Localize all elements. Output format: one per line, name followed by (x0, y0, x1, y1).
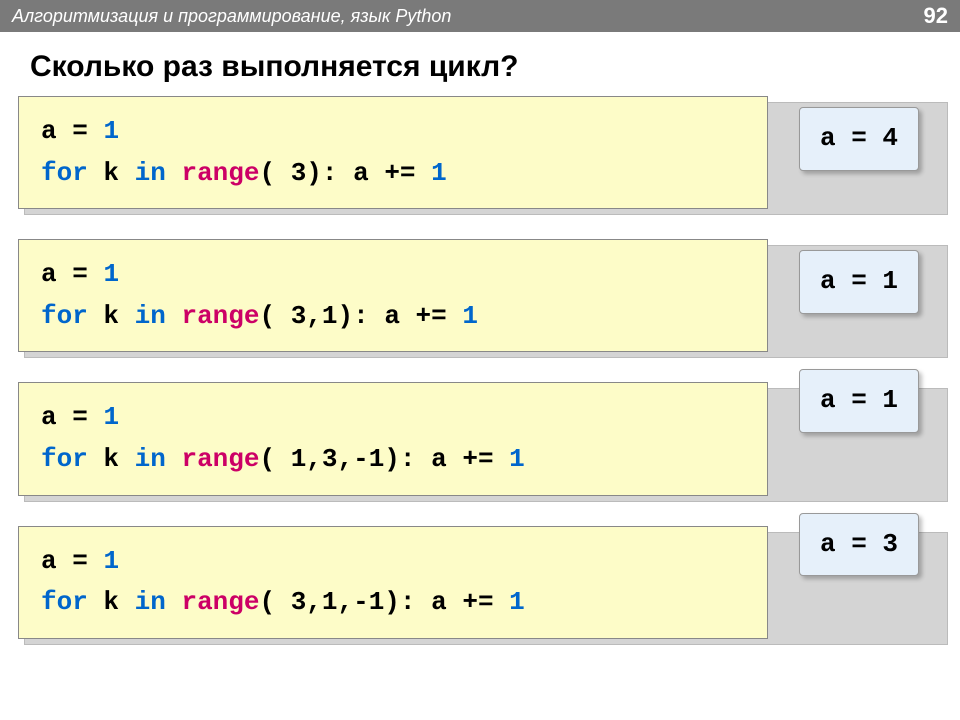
example-block: a = 1 for k in range( 3): a += 1 a = 4 (18, 96, 942, 209)
code-box: a = 1 for k in range( 3,1,-1): a += 1 a … (18, 526, 768, 639)
code-box: a = 1 for k in range( 3): a += 1 a = 4 (18, 96, 768, 209)
main-title: Сколько раз выполняется цикл? (0, 32, 960, 96)
answer-badge: a = 4 (799, 107, 919, 171)
example-block: a = 1 for k in range( 3,1): a += 1 a = 1 (18, 239, 942, 352)
answer-badge: a = 3 (799, 513, 919, 577)
code-line: a = 1 (41, 397, 745, 439)
code-box: a = 1 for k in range( 1,3,-1): a += 1 a … (18, 382, 768, 495)
code-line: for k in range( 3): a += 1 (41, 153, 745, 195)
example-block: a = 1 for k in range( 3,1,-1): a += 1 a … (18, 526, 942, 639)
answer-badge: a = 1 (799, 250, 919, 314)
code-line: for k in range( 1,3,-1): a += 1 (41, 439, 745, 481)
code-box: a = 1 for k in range( 3,1): a += 1 a = 1 (18, 239, 768, 352)
code-line: a = 1 (41, 254, 745, 296)
code-line: for k in range( 3,1): a += 1 (41, 296, 745, 338)
code-line: for k in range( 3,1,-1): a += 1 (41, 582, 745, 624)
content-area: a = 1 for k in range( 3): a += 1 a = 4 a… (0, 96, 960, 639)
answer-badge: a = 1 (799, 369, 919, 433)
code-line: a = 1 (41, 111, 745, 153)
header-title: Алгоритмизация и программирование, язык … (12, 6, 451, 27)
slide-header: Алгоритмизация и программирование, язык … (0, 0, 960, 32)
code-line: a = 1 (41, 541, 745, 583)
example-block: a = 1 for k in range( 1,3,-1): a += 1 a … (18, 382, 942, 495)
header-page-number: 92 (924, 3, 948, 29)
